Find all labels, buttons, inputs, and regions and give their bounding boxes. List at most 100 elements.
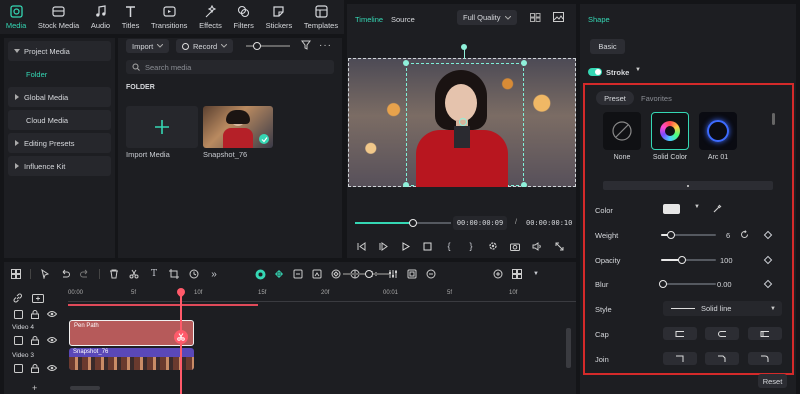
split-scissors-icon[interactable]: [128, 268, 140, 280]
sidebar-item-cloud-media[interactable]: Cloud Media: [8, 110, 111, 130]
tab-filters[interactable]: Filters: [228, 0, 260, 34]
playback-progress[interactable]: [355, 219, 451, 227]
keyframe-icon[interactable]: [763, 279, 773, 289]
chevron-down-icon[interactable]: ▼: [635, 67, 641, 73]
select-arrow-icon[interactable]: [39, 268, 51, 280]
work-area-bar[interactable]: [68, 304, 258, 306]
lock-icon[interactable]: [29, 334, 41, 346]
settings-gear-icon[interactable]: [487, 240, 499, 252]
grid-view-icon[interactable]: [511, 268, 523, 280]
resize-handle[interactable]: [403, 60, 409, 66]
add-track-plus-icon[interactable]: +: [32, 383, 37, 393]
zoom-in-icon[interactable]: [492, 268, 504, 280]
eye-icon[interactable]: [46, 362, 58, 374]
play-reverse-icon[interactable]: [377, 240, 389, 252]
join-bevel-button[interactable]: [705, 352, 739, 365]
more-icon[interactable]: ···: [319, 40, 332, 51]
filter-icon[interactable]: [301, 40, 311, 52]
cap-round-button[interactable]: [705, 327, 739, 340]
preset-scrollbar[interactable]: [772, 113, 775, 125]
cap-butt-button[interactable]: [663, 327, 697, 340]
color-swatch[interactable]: [663, 204, 680, 214]
camera-icon[interactable]: [509, 240, 521, 252]
clock-icon[interactable]: [188, 268, 200, 280]
resize-handle[interactable]: [521, 60, 527, 66]
sidebar-item-global-media[interactable]: Global Media: [8, 87, 111, 107]
eyedropper-icon[interactable]: [713, 204, 722, 215]
tab-media[interactable]: Media: [0, 0, 32, 34]
media-clip-thumbnail[interactable]: [203, 106, 273, 148]
blur-value[interactable]: 0.00: [717, 280, 732, 289]
grid-view-icon[interactable]: [530, 13, 541, 24]
vertical-scrollbar[interactable]: [566, 328, 571, 368]
tab-templates[interactable]: Templates: [298, 0, 344, 34]
render-icon[interactable]: [406, 268, 418, 280]
join-miter-button[interactable]: [663, 352, 697, 365]
cap-square-button[interactable]: [748, 327, 782, 340]
preview-canvas[interactable]: [348, 58, 576, 187]
sidebar-item-editing-presets[interactable]: Editing Presets: [8, 133, 111, 153]
tab-audio[interactable]: Audio: [85, 0, 116, 34]
preset-arc-01[interactable]: [699, 112, 737, 150]
link-icon[interactable]: [12, 292, 24, 304]
tab-transitions[interactable]: Transitions: [145, 0, 193, 34]
keyframe-icon[interactable]: [763, 255, 773, 265]
preset-solid-color[interactable]: [651, 112, 689, 150]
mark-out-icon[interactable]: }: [465, 240, 477, 252]
reset-icon[interactable]: [740, 230, 749, 241]
blur-slider[interactable]: [661, 283, 716, 285]
tab-stock-media[interactable]: Stock Media: [32, 0, 85, 34]
sidebar-item-project-media[interactable]: Project Media: [8, 41, 111, 61]
opacity-value[interactable]: 100: [720, 256, 733, 265]
volume-icon[interactable]: [531, 240, 543, 252]
eye-icon[interactable]: [46, 334, 58, 346]
tab-basic[interactable]: Basic: [590, 39, 625, 54]
tab-preset[interactable]: Preset: [596, 91, 634, 105]
zoom-out-icon[interactable]: [425, 268, 437, 280]
add-track-icon[interactable]: [32, 292, 44, 304]
eye-icon[interactable]: [46, 308, 58, 320]
search-input[interactable]: Search media: [126, 60, 334, 74]
resize-handle[interactable]: [403, 182, 409, 187]
crop-icon[interactable]: [168, 268, 180, 280]
mark-in-icon[interactable]: {: [443, 240, 455, 252]
lock-icon[interactable]: [29, 362, 41, 374]
tab-source-view[interactable]: Source: [391, 15, 415, 24]
tab-effects[interactable]: Effects: [193, 0, 227, 34]
expand-presets-button[interactable]: [603, 181, 773, 190]
stroke-toggle[interactable]: [588, 68, 602, 76]
snap-icon[interactable]: [273, 268, 285, 280]
style-dropdown[interactable]: Solid line ▼: [663, 301, 782, 316]
lock-icon[interactable]: [29, 308, 41, 320]
sidebar-item-folder[interactable]: Folder: [8, 64, 111, 84]
delete-icon[interactable]: [108, 268, 120, 280]
play-icon[interactable]: [399, 240, 411, 252]
zoom-slider[interactable]: [246, 42, 290, 50]
redo-icon[interactable]: [79, 268, 91, 280]
join-round-button[interactable]: [748, 352, 782, 365]
tab-titles[interactable]: Titles: [116, 0, 145, 34]
timeline-zoom-slider[interactable]: [343, 270, 389, 278]
tab-stickers[interactable]: Stickers: [260, 0, 298, 34]
more-options-icon[interactable]: ▼: [530, 268, 542, 280]
stabilize-icon[interactable]: [330, 268, 342, 280]
reset-button[interactable]: Reset: [758, 374, 787, 388]
import-media-tile[interactable]: [126, 106, 198, 148]
snapshot-clip[interactable]: Snapshot_76: [69, 348, 194, 370]
text-icon[interactable]: T: [148, 268, 160, 280]
stop-icon[interactable]: [421, 240, 433, 252]
keyframe-icon[interactable]: [763, 230, 773, 240]
undo-icon[interactable]: [59, 268, 71, 280]
anchor-point[interactable]: [459, 118, 467, 126]
record-button[interactable]: Record: [176, 39, 234, 53]
chevron-down-icon[interactable]: ▼: [694, 204, 700, 210]
preset-none[interactable]: [603, 112, 641, 150]
snapshot-image-icon[interactable]: [553, 12, 564, 24]
quality-dropdown[interactable]: Full Quality: [457, 10, 517, 25]
previous-frame-icon[interactable]: [355, 240, 367, 252]
import-button[interactable]: Import: [126, 39, 170, 53]
marker-icon[interactable]: [292, 268, 304, 280]
split-scissors-icon[interactable]: [174, 330, 188, 344]
tab-timeline-view[interactable]: Timeline: [355, 15, 383, 24]
fullscreen-icon[interactable]: [553, 240, 565, 252]
